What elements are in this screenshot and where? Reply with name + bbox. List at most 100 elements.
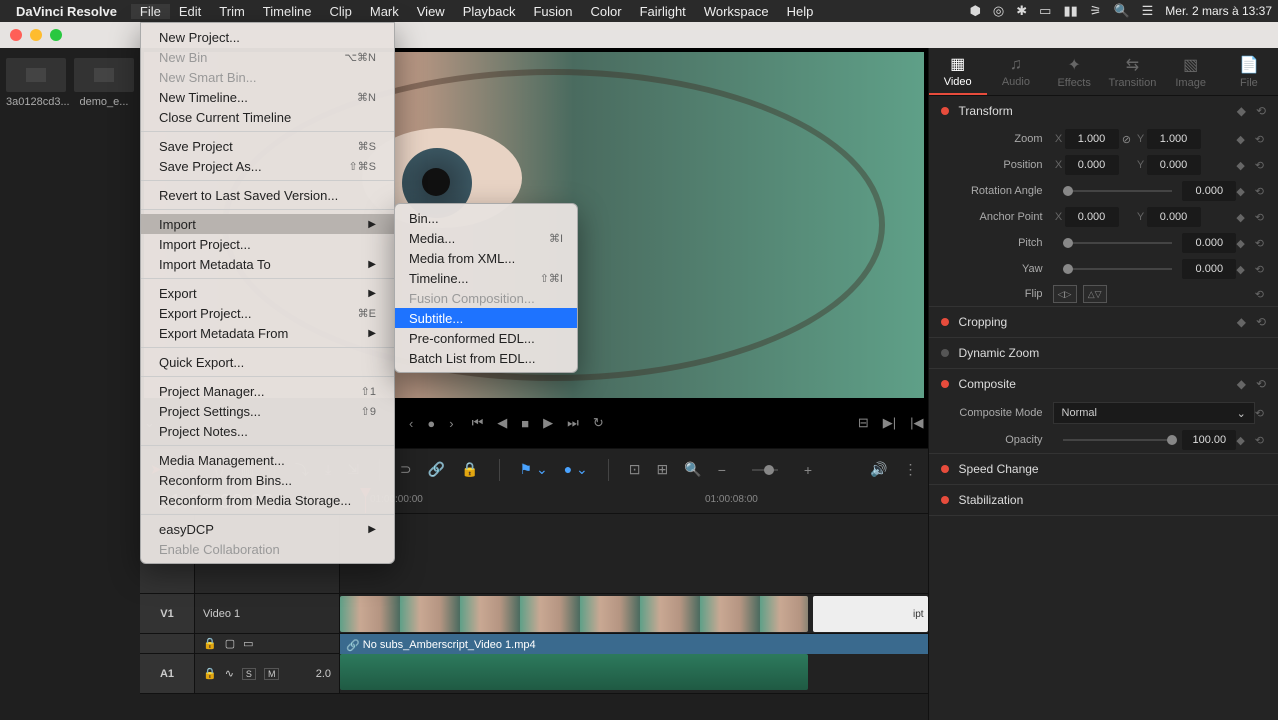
- prev-edit-icon[interactable]: ‹: [409, 416, 413, 431]
- opacity-field[interactable]: [1182, 430, 1236, 450]
- menu-playback[interactable]: Playback: [454, 4, 525, 19]
- menu-fairlight[interactable]: Fairlight: [631, 4, 695, 19]
- match-frame-icon[interactable]: ⊟: [858, 415, 869, 431]
- flag-icon[interactable]: ⚑ ⌄: [520, 461, 548, 478]
- menu-item[interactable]: Reconform from Bins...: [141, 470, 394, 490]
- zoom-to-fit-icon[interactable]: ⊡: [629, 461, 641, 478]
- cropping-header[interactable]: Cropping◆⟲: [929, 307, 1278, 337]
- anchor-y-field[interactable]: [1147, 207, 1201, 227]
- next-edit-icon[interactable]: ›: [449, 416, 453, 431]
- menu-workspace[interactable]: Workspace: [695, 4, 778, 19]
- timeline-options-icon[interactable]: ⋮: [904, 461, 918, 478]
- menu-item[interactable]: Import Metadata To▶: [141, 254, 394, 274]
- menu-item[interactable]: Export▶: [141, 283, 394, 303]
- battery-icon[interactable]: ▮▮: [1063, 3, 1077, 19]
- play-icon[interactable]: ▶: [543, 415, 553, 431]
- menu-item[interactable]: Export Metadata From▶: [141, 323, 394, 343]
- zoom-out-icon[interactable]: −: [718, 462, 726, 478]
- link-xy-icon[interactable]: ⊘: [1119, 133, 1135, 146]
- pos-x-field[interactable]: [1065, 155, 1119, 175]
- rotation-field[interactable]: [1182, 181, 1236, 201]
- menubar-datetime[interactable]: Mer. 2 mars à 13:37: [1165, 4, 1272, 18]
- close-window[interactable]: [10, 29, 22, 41]
- inspector-tab-effects[interactable]: ✦Effects: [1045, 48, 1103, 95]
- composite-mode-select[interactable]: Normal⌄: [1053, 402, 1255, 424]
- inspector-tab-audio[interactable]: ♫Audio: [987, 48, 1045, 95]
- menu-item[interactable]: Import▶: [141, 214, 394, 234]
- composite-header[interactable]: Composite◆⟲: [929, 369, 1278, 399]
- zoom-in-icon[interactable]: +: [804, 462, 812, 478]
- menu-edit[interactable]: Edit: [170, 4, 210, 19]
- reset-icon[interactable]: ⟲: [1256, 104, 1266, 118]
- menu-item[interactable]: Project Manager...⇧1: [141, 381, 394, 401]
- transform-header[interactable]: Transform ◆⟲: [929, 96, 1278, 126]
- video-clip[interactable]: [340, 596, 808, 632]
- submenu-item[interactable]: Pre-conformed EDL...: [395, 328, 577, 348]
- track-label-v1[interactable]: V1: [140, 594, 195, 633]
- last-frame-icon[interactable]: ⏭: [567, 415, 579, 431]
- pos-y-field[interactable]: [1147, 155, 1201, 175]
- status-icon[interactable]: ⬢: [970, 3, 981, 19]
- wifi-icon[interactable]: ⚞: [1090, 3, 1102, 19]
- menu-item[interactable]: Export Project...⌘E: [141, 303, 394, 323]
- yaw-field[interactable]: [1182, 259, 1236, 279]
- menu-item[interactable]: Project Settings...⇧9: [141, 401, 394, 421]
- menu-item[interactable]: Save Project⌘S: [141, 136, 394, 156]
- menu-item[interactable]: Project Notes...: [141, 421, 394, 441]
- app-name[interactable]: DaVinci Resolve: [16, 4, 117, 19]
- detail-zoom-icon[interactable]: ⊞: [657, 461, 669, 478]
- menu-mark[interactable]: Mark: [361, 4, 408, 19]
- speed-header[interactable]: Speed Change: [929, 454, 1278, 484]
- marker-tool-icon[interactable]: ● ⌄: [564, 461, 588, 478]
- flip-v-button[interactable]: △▽: [1083, 285, 1107, 303]
- inspector-tab-image[interactable]: ▧Image: [1162, 48, 1220, 95]
- pitch-slider[interactable]: [1063, 242, 1173, 244]
- zoom-x-field[interactable]: [1065, 129, 1119, 149]
- bluetooth-icon[interactable]: ✱: [1016, 3, 1027, 19]
- zoom-slider[interactable]: [752, 469, 778, 471]
- lock-track-icon[interactable]: 🔒: [203, 667, 217, 680]
- mixer-icon[interactable]: 🔊: [870, 461, 887, 478]
- track-view-icon[interactable]: ▭: [243, 637, 253, 650]
- clip-label[interactable]: 🔗 No subs_Amberscript_Video 1.mp4: [340, 634, 928, 656]
- menu-item[interactable]: Close Current Timeline: [141, 107, 394, 127]
- custom-zoom-icon[interactable]: 🔍: [684, 461, 701, 478]
- audio-clip[interactable]: [340, 654, 808, 690]
- mute-button[interactable]: M: [264, 668, 280, 680]
- menu-item[interactable]: Import Project...: [141, 234, 394, 254]
- menu-timeline[interactable]: Timeline: [254, 4, 321, 19]
- inspector-tab-file[interactable]: 📄File: [1220, 48, 1278, 95]
- lock-icon[interactable]: 🔒: [461, 461, 478, 478]
- spotlight-icon[interactable]: 🔍: [1113, 3, 1129, 19]
- play-reverse-icon[interactable]: ◀: [497, 415, 507, 431]
- clip-thumbnail[interactable]: 3a0128cd3...: [6, 58, 66, 710]
- zoom-y-field[interactable]: [1147, 129, 1201, 149]
- snap-icon[interactable]: ⊃: [400, 461, 412, 478]
- menu-item[interactable]: Save Project As...⇧⌘S: [141, 156, 394, 176]
- jump-out-icon[interactable]: ▶|: [883, 415, 896, 431]
- inspector-tab-transition[interactable]: ⇆Transition: [1103, 48, 1161, 95]
- submenu-item[interactable]: Bin...: [395, 208, 577, 228]
- jump-in-icon[interactable]: |◀: [910, 415, 923, 431]
- first-frame-icon[interactable]: ⏮: [472, 415, 484, 431]
- menu-fusion[interactable]: Fusion: [524, 4, 581, 19]
- auto-select-icon[interactable]: ▢: [225, 637, 235, 650]
- opacity-slider[interactable]: [1063, 439, 1173, 441]
- menu-clip[interactable]: Clip: [320, 4, 360, 19]
- zoom-window[interactable]: [50, 29, 62, 41]
- subtitle-clip[interactable]: ipt: [813, 596, 928, 632]
- menu-item[interactable]: easyDCP▶: [141, 519, 394, 539]
- menu-item[interactable]: New Timeline...⌘N: [141, 87, 394, 107]
- yaw-slider[interactable]: [1063, 268, 1173, 270]
- rotation-slider[interactable]: [1063, 190, 1173, 192]
- submenu-item[interactable]: Subtitle...: [395, 308, 577, 328]
- pitch-field[interactable]: [1182, 233, 1236, 253]
- menu-help[interactable]: Help: [778, 4, 823, 19]
- dynamic-zoom-header[interactable]: Dynamic Zoom: [929, 338, 1278, 368]
- submenu-item[interactable]: Batch List from EDL...: [395, 348, 577, 368]
- menu-file[interactable]: File: [131, 4, 170, 19]
- anchor-x-field[interactable]: [1065, 207, 1119, 227]
- submenu-item[interactable]: Media...⌘I: [395, 228, 577, 248]
- lock-track-icon[interactable]: 🔒: [203, 637, 217, 650]
- display-icon[interactable]: ▭: [1039, 3, 1051, 19]
